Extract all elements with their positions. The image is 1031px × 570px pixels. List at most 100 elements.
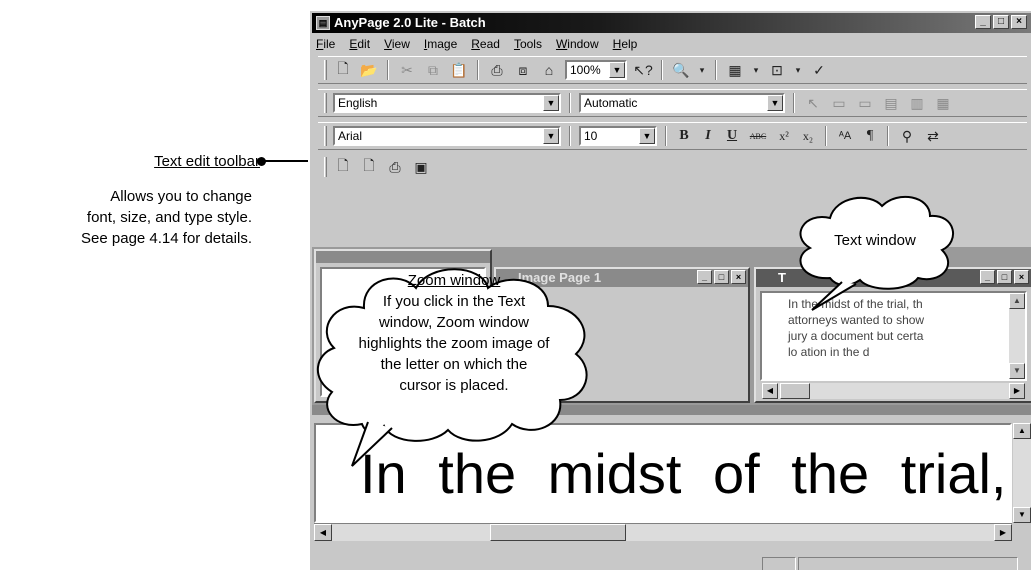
annotation-description: Allows you to change font, size, and typ… xyxy=(40,186,252,249)
strikethrough-button[interactable]: ABC xyxy=(747,132,769,141)
menu-view[interactable]: View xyxy=(384,35,410,53)
chevron-down-icon[interactable]: ▼ xyxy=(543,128,559,144)
read-icon[interactable]: ⧈ xyxy=(513,61,533,79)
superscript-button[interactable]: x² xyxy=(775,129,793,144)
menu-file[interactable]: File xyxy=(316,35,335,53)
open-folder-icon[interactable]: 📂 xyxy=(359,61,379,79)
replace-icon[interactable]: ⇄ xyxy=(923,127,943,145)
zoom-tool-icon[interactable]: 🔍 xyxy=(671,61,691,79)
scan-settings-icon[interactable]: ⌂ xyxy=(539,61,559,79)
italic-button[interactable]: I xyxy=(699,128,717,144)
chevron-down-icon[interactable]: ▾ xyxy=(793,61,803,79)
toolbar-grip[interactable] xyxy=(324,126,327,146)
layout-icon[interactable]: ▦ xyxy=(725,61,745,79)
menu-tools[interactable]: Tools xyxy=(514,35,542,53)
subscript-button[interactable]: x₂ xyxy=(799,129,817,144)
print-icon[interactable]: ⎙ xyxy=(385,158,405,176)
recognition-toolbar: English ▼ Automatic ▼ ↖ ▭ ▭ ▤ ▥ ▦ xyxy=(318,89,1027,117)
toolbar-grip[interactable] xyxy=(324,157,327,177)
region-icon[interactable]: ⊡ xyxy=(767,61,787,79)
select-arrow-icon[interactable]: ↖ xyxy=(803,94,823,112)
zoom-level-select[interactable]: 100% ▼ xyxy=(565,60,627,80)
bold-button[interactable]: B xyxy=(675,128,693,144)
separator xyxy=(793,93,795,113)
find-binoculars-icon[interactable]: ⚲ xyxy=(897,127,917,145)
new-document-icon[interactable]: 🗋 xyxy=(333,60,353,79)
maximize-button[interactable]: □ xyxy=(997,270,1012,284)
chevron-down-icon[interactable]: ▼ xyxy=(767,95,783,111)
status-cell xyxy=(762,557,796,570)
recognition-mode-select[interactable]: Automatic ▼ xyxy=(579,93,785,113)
maximize-button[interactable]: □ xyxy=(993,15,1009,29)
separator xyxy=(825,126,827,146)
cut-icon[interactable]: ✂ xyxy=(397,61,417,79)
horizontal-scrollbar[interactable]: ◀ ▶ xyxy=(762,383,1025,399)
font-select[interactable]: Arial ▼ xyxy=(333,126,561,146)
page-copy-icon[interactable]: 🗋 xyxy=(359,157,379,176)
maximize-button[interactable]: □ xyxy=(714,270,729,284)
close-button[interactable]: × xyxy=(1011,15,1027,29)
minimize-button[interactable]: _ xyxy=(697,270,712,284)
vertical-text-icon[interactable]: ▥ xyxy=(907,94,927,112)
region-order-icon[interactable]: ▦ xyxy=(933,94,953,112)
menu-help[interactable]: Help xyxy=(613,35,638,53)
status-cell xyxy=(798,557,1018,570)
chevron-down-icon[interactable]: ▼ xyxy=(609,62,625,78)
underline-button[interactable]: U xyxy=(723,128,741,144)
copy-icon[interactable]: ⧉ xyxy=(423,61,443,79)
menu-bar: File Edit View Image Read Tools Window H… xyxy=(314,35,637,53)
zoom-vertical-scrollbar[interactable]: ▲ ▼ xyxy=(1013,423,1031,523)
chevron-down-icon[interactable]: ▾ xyxy=(751,61,761,79)
text-region-icon[interactable]: ▭ xyxy=(829,94,849,112)
scroll-down-icon[interactable]: ▼ xyxy=(1009,363,1025,379)
menu-read[interactable]: Read xyxy=(471,35,500,53)
change-case-icon[interactable]: ᴬA xyxy=(835,127,855,145)
separator xyxy=(387,60,389,80)
page-icon[interactable]: 🗋 xyxy=(333,157,353,176)
text-window-title: T xyxy=(778,270,786,285)
close-button[interactable]: × xyxy=(1014,270,1029,284)
minimize-button[interactable]: _ xyxy=(975,15,991,29)
table-region-icon[interactable]: ▤ xyxy=(881,94,901,112)
menu-window[interactable]: Window xyxy=(556,35,599,53)
spell-check-icon[interactable]: ✓ xyxy=(809,61,829,79)
scroll-down-icon[interactable]: ▼ xyxy=(1013,507,1031,523)
picture-region-icon[interactable]: ▭ xyxy=(855,94,875,112)
separator xyxy=(569,93,571,113)
chevron-down-icon[interactable]: ▼ xyxy=(543,95,559,111)
zoom-callout-line: highlights the zoom image of xyxy=(358,335,550,352)
context-help-icon[interactable]: ↖? xyxy=(633,61,653,79)
show-paragraph-button[interactable]: ¶ xyxy=(861,128,879,144)
scroll-up-icon[interactable]: ▲ xyxy=(1009,293,1025,309)
chevron-down-icon[interactable]: ▼ xyxy=(639,128,655,144)
vertical-scrollbar[interactable]: ▲ ▼ xyxy=(1009,293,1025,379)
zoom-horizontal-scrollbar[interactable]: ◀ ▶ xyxy=(314,523,1012,541)
paste-icon[interactable]: 📋 xyxy=(449,61,469,79)
scroll-up-icon[interactable]: ▲ xyxy=(1013,423,1031,439)
scroll-left-icon[interactable]: ◀ xyxy=(314,524,332,541)
chevron-down-icon[interactable]: ▾ xyxy=(697,61,707,79)
scroll-thumb[interactable] xyxy=(780,383,810,399)
font-value: Arial xyxy=(338,129,363,143)
scroll-thumb[interactable] xyxy=(490,524,626,541)
scroll-left-icon[interactable]: ◀ xyxy=(762,383,778,399)
app-icon[interactable]: ▤ xyxy=(316,16,330,30)
minimize-button[interactable]: _ xyxy=(980,270,995,284)
language-select[interactable]: English ▼ xyxy=(333,93,561,113)
zoom-callout-line: If you click in the Text xyxy=(382,293,526,310)
text-window-callout: Text window xyxy=(790,192,960,312)
scroll-right-icon[interactable]: ▶ xyxy=(994,524,1012,541)
menu-image[interactable]: Image xyxy=(424,35,457,53)
window-controls: _ □ × xyxy=(975,15,1027,29)
zoom-level-value: 100% xyxy=(570,63,601,77)
menu-edit[interactable]: Edit xyxy=(349,35,370,53)
annotation-line: See page 4.14 for details. xyxy=(81,230,252,247)
toolbar-grip[interactable] xyxy=(324,60,327,80)
scroll-right-icon[interactable]: ▶ xyxy=(1009,383,1025,399)
font-size-select[interactable]: 10 ▼ xyxy=(579,126,657,146)
close-button[interactable]: × xyxy=(731,270,746,284)
toolbar-grip[interactable] xyxy=(324,93,327,113)
title-bar[interactable]: ▤ AnyPage 2.0 Lite - Batch _ □ × xyxy=(312,13,1031,33)
export-image-icon[interactable]: ▣ xyxy=(411,158,431,176)
scan-icon[interactable]: ⎙ xyxy=(487,61,507,79)
